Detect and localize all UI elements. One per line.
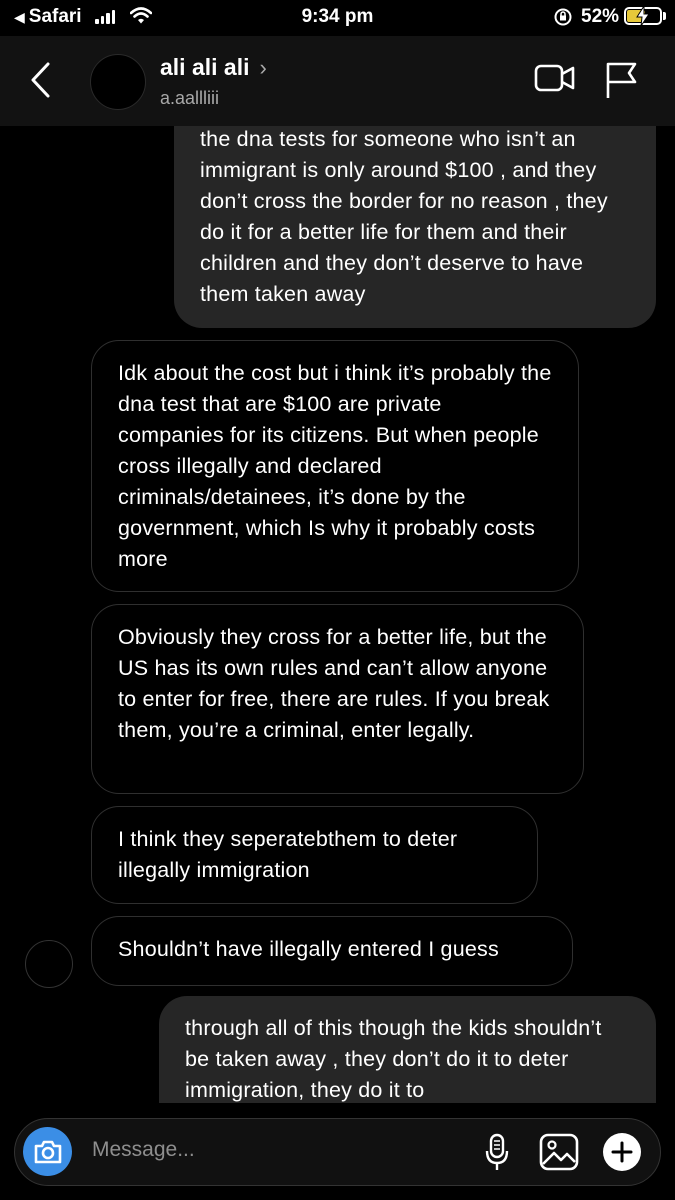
- message-bubble-incoming[interactable]: I think they seperatebthem to deter ille…: [91, 806, 538, 904]
- battery-icon: [624, 6, 662, 26]
- message-composer: Message...: [14, 1118, 661, 1186]
- charging-bolt-icon: [636, 6, 650, 26]
- add-button[interactable]: [603, 1133, 641, 1171]
- flag-report-icon[interactable]: [604, 60, 638, 100]
- orientation-lock-icon: [554, 8, 572, 26]
- message-input[interactable]: Message...: [92, 1138, 195, 1162]
- chevron-right-icon: ›: [259, 54, 267, 80]
- contact-name-text: ali ali ali: [160, 54, 250, 80]
- battery-percent: 52%: [581, 6, 620, 27]
- status-time: 9:34 pm: [301, 6, 374, 27]
- camera-button[interactable]: [23, 1127, 72, 1176]
- message-bubble-incoming[interactable]: Shouldn’t have illegally entered I guess: [91, 916, 573, 986]
- contact-avatar[interactable]: [90, 54, 146, 110]
- video-call-icon[interactable]: [534, 62, 576, 94]
- camera-icon: [34, 1140, 61, 1163]
- back-chevron-icon[interactable]: [28, 60, 52, 100]
- contact-handle: a.aallliii: [160, 88, 220, 108]
- status-bar: ◀ Safari 9:34 pm 52%: [0, 0, 675, 36]
- battery-nub: [663, 12, 666, 20]
- message-bubble-incoming[interactable]: Obviously they cross for a better life, …: [91, 604, 584, 794]
- message-bubble-incoming[interactable]: Idk about the cost but i think it’s prob…: [91, 340, 579, 592]
- sender-avatar[interactable]: [25, 940, 73, 988]
- conversation-header: ali ali ali › a.aallliii: [0, 36, 675, 126]
- contact-name[interactable]: ali ali ali ›: [160, 54, 267, 81]
- message-thread[interactable]: the dna tests for someone who isn’t an i…: [0, 126, 675, 1103]
- message-bubble-outgoing[interactable]: the dna tests for someone who isn’t an i…: [174, 126, 656, 328]
- microphone-icon[interactable]: [484, 1133, 510, 1173]
- message-bubble-outgoing[interactable]: through all of this though the kids shou…: [159, 996, 656, 1103]
- plus-icon: [611, 1141, 633, 1163]
- gallery-icon[interactable]: [539, 1133, 579, 1171]
